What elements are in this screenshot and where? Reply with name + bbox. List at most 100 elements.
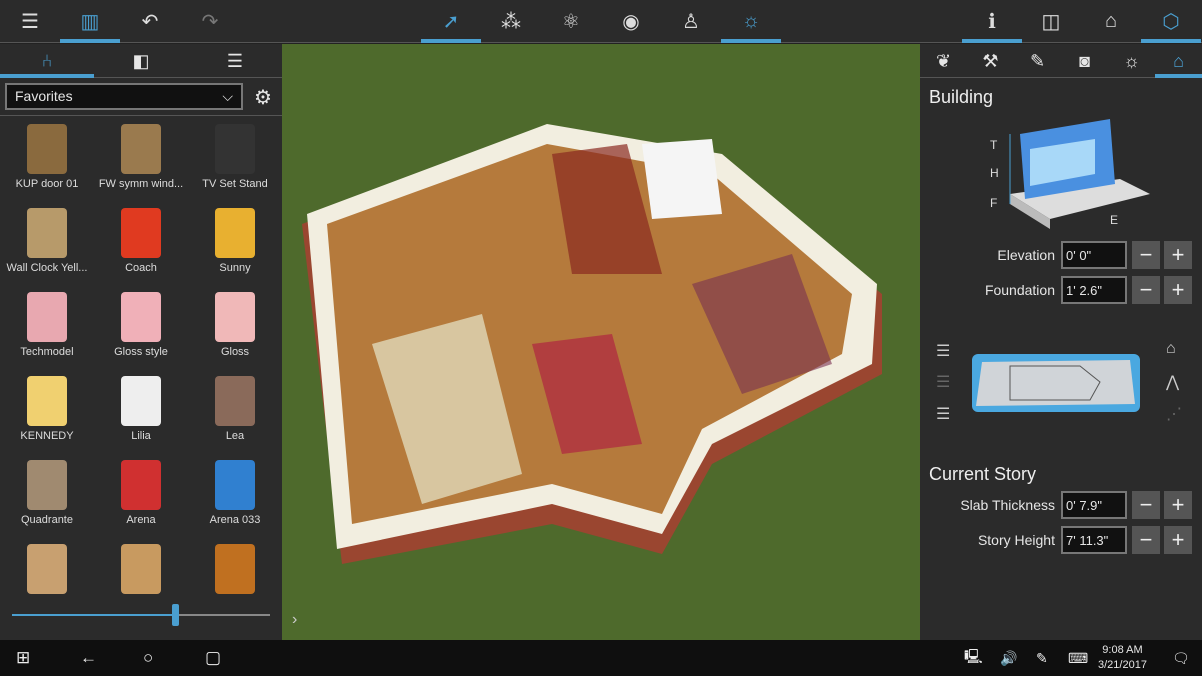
catalog-item[interactable]: Gloss style [94,284,188,368]
home-icon[interactable]: ⌂ [1081,0,1141,43]
info-icon[interactable]: ℹ [962,0,1022,43]
item-thumbnail [27,460,67,510]
plan-2d-icon[interactable]: ◫ [1021,0,1081,43]
orbit-icon[interactable]: ⚛ [541,0,601,43]
catalog-item[interactable] [0,536,94,595]
item-label: Wall Clock Yell... [6,262,88,274]
roof-slope-icon[interactable]: ⋀ [1166,372,1179,392]
item-label: Arena [126,514,156,526]
catalog-item[interactable]: Arena 033 [188,452,282,536]
category-dropdown[interactable]: Favorites ⌵ [5,83,243,110]
materials-icon[interactable]: ◧ [94,44,188,78]
windows-start-icon[interactable]: ⊞ [16,640,30,676]
zoom-slider[interactable] [12,604,270,626]
add-story-below-icon[interactable]: ☰ [936,404,950,424]
light-icon[interactable]: ☼ [1108,44,1155,78]
menu-icon[interactable]: ☰ [0,0,60,43]
item-thumbnail [121,460,161,510]
item-thumbnail [215,544,255,594]
catalog-item[interactable]: Wall Clock Yell... [0,200,94,284]
item-thumbnail [215,460,255,510]
catalog-item[interactable]: Quadrante [0,452,94,536]
duplicate-story-icon[interactable]: ☰ [936,372,950,392]
catalog-item[interactable]: KUP door 01 [0,116,94,200]
slab-thickness-row: Slab Thickness 0' 7.9" − + [920,491,1202,519]
slab-plus-button[interactable]: + [1164,491,1192,519]
remove-roof-icon[interactable]: ⋰ [1166,404,1182,424]
slider-thumb[interactable] [172,604,179,626]
back-icon[interactable]: ← [80,640,97,676]
story-height-input[interactable]: 7' 11.3" [1061,526,1127,554]
elevation-plus-button[interactable]: + [1164,241,1192,269]
cortana-circle-icon[interactable]: ○ [143,640,153,676]
catalog-item[interactable]: Coach [94,200,188,284]
catalog-item[interactable]: Lilia [94,368,188,452]
catalog-grid: KUP door 01 FW symm wind... TV Set Stand Wa… [0,115,282,595]
notifications-icon[interactable]: 🗨 [1172,640,1190,676]
building-icon[interactable]: ⌂ [1155,44,1202,78]
pencil-icon[interactable]: ✎ [1014,44,1061,78]
item-label: Techmodel [20,346,74,358]
catalog-item[interactable]: Gloss [188,284,282,368]
catalog-item[interactable] [188,536,282,595]
network-icon[interactable]: 🖳 [964,640,983,676]
catalog-item[interactable]: Techmodel [0,284,94,368]
footprints-icon[interactable]: ⁂ [481,0,541,43]
foundation-plus-button[interactable]: + [1164,276,1192,304]
item-thumbnail [27,208,67,258]
house-3d-model: › [292,124,882,628]
chevron-down-icon: ⌵ [222,88,233,104]
3d-viewport[interactable]: › [282,44,920,640]
item-label: Quadrante [21,514,73,526]
garden-icon[interactable]: ❦ [920,44,967,78]
item-thumbnail [121,208,161,258]
item-thumbnail [215,292,255,342]
elevation-input[interactable]: 0' 0" [1061,241,1127,269]
current-story-title: Current Story [929,464,1037,484]
add-story-above-icon[interactable]: ☰ [936,341,950,361]
foundation-input[interactable]: 1' 2.6" [1061,276,1127,304]
clock[interactable]: 9:08 AM 3/21/2017 [1098,643,1147,673]
catalog-item[interactable]: Lea [188,368,282,452]
diagram-label-f: F [990,196,997,210]
catalog-item[interactable] [94,536,188,595]
story-thumbnail[interactable] [970,352,1142,414]
story-height-minus-button[interactable]: − [1132,526,1160,554]
foundation-minus-button[interactable]: − [1132,276,1160,304]
task-view-icon[interactable]: ▢ [205,640,221,676]
foundation-row: Foundation 1' 2.6" − + [920,276,1202,304]
sun-icon[interactable]: ☼ [721,0,781,43]
cube-3d-icon[interactable]: ⬡ [1141,0,1201,43]
volume-icon[interactable]: 🔊 [1000,640,1017,676]
add-roof-icon[interactable]: ⌂ [1166,340,1176,358]
eye-icon[interactable]: ◉ [601,0,661,43]
furniture-icon[interactable]: ⑃ [0,44,94,78]
properties-panel: ❦ ⚒ ✎ ◙ ☼ ⌂ Building T H F E Elevation 0' 0" − +… [920,44,1202,640]
redo-icon[interactable]: ↷ [180,0,240,43]
catalog-item[interactable]: Arena [94,452,188,536]
keyboard-icon[interactable]: ⌨ [1068,640,1088,676]
story-height-plus-button[interactable]: + [1164,526,1192,554]
select-arrow-icon[interactable]: ➚ [421,0,481,43]
pen-icon[interactable]: ✎ [1036,640,1048,676]
camera-icon[interactable]: ◙ [1061,44,1108,78]
item-thumbnail [215,208,255,258]
item-thumbnail [215,376,255,426]
catalog-item[interactable]: KENNEDY [0,368,94,452]
diagram-label-h: H [990,166,999,180]
library-icon[interactable]: ▥ [60,0,120,43]
item-thumbnail [27,124,67,174]
catalog-item[interactable]: FW symm wind... [94,116,188,200]
catalog-item[interactable]: TV Set Stand [188,116,282,200]
elevation-minus-button[interactable]: − [1132,241,1160,269]
paint-brush-icon[interactable]: ⚒ [967,44,1014,78]
walk-stairs-icon[interactable]: ♙ [661,0,721,43]
undo-icon[interactable]: ↶ [120,0,180,43]
catalog-item[interactable]: Sunny [188,200,282,284]
windows-taskbar: ⊞ ← ○ ▢ 🖳 🔊 ✎ ⌨ 9:08 AM 3/21/2017 🗨 [0,640,1202,676]
item-label: Lea [225,430,245,442]
slab-minus-button[interactable]: − [1132,491,1160,519]
slab-thickness-input[interactable]: 0' 7.9" [1061,491,1127,519]
gear-icon[interactable]: ⚙ [254,85,272,110]
list-icon[interactable]: ☰ [188,44,282,78]
